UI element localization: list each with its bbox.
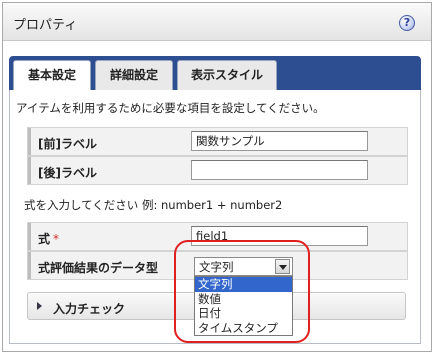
result-type-selected: 文字列: [199, 260, 234, 274]
panel-header: プロパティ ?: [3, 3, 431, 41]
label-before-input[interactable]: [191, 131, 368, 151]
tab-display-style[interactable]: 表示スタイル: [177, 60, 277, 90]
panel-title: プロパティ: [13, 18, 78, 33]
label-after-label: [後]ラベル: [38, 166, 97, 180]
chevron-down-icon[interactable]: [275, 259, 290, 274]
label-before-label: [前]ラベル: [38, 137, 97, 151]
tab-detail-settings[interactable]: 詳細設定: [95, 60, 173, 90]
result-type-label: 式評価結果のデータ型: [38, 261, 159, 275]
tab-bar: 基本設定 詳細設定 表示スタイル: [9, 56, 421, 91]
tab-basic-settings[interactable]: 基本設定: [13, 60, 91, 91]
result-type-dropdown: 文字列 数値 日付 タイムスタンプ: [194, 276, 293, 336]
option-timestamp[interactable]: タイムスタンプ: [195, 321, 292, 336]
row-accent: [28, 128, 31, 155]
label-after-input[interactable]: [191, 160, 368, 180]
row-accent: [28, 223, 31, 250]
help-icon[interactable]: ?: [399, 15, 415, 31]
input-check-label: 入力チェック: [53, 302, 126, 316]
intro-text: アイテムを利用するために必要な項目を設定してください。: [16, 101, 325, 115]
option-date[interactable]: 日付: [195, 306, 292, 321]
required-mark: *: [53, 232, 60, 246]
expression-label-text: 式: [38, 232, 51, 246]
expression-hint: 式を入力してください 例: number1 + number2: [24, 198, 283, 212]
expression-label: 式 *: [38, 230, 59, 247]
option-number[interactable]: 数値: [195, 292, 292, 307]
chevron-right-icon: [37, 302, 42, 310]
result-type-select[interactable]: 文字列: [194, 257, 293, 276]
row-accent: [28, 157, 31, 184]
expression-input[interactable]: [191, 226, 368, 246]
option-string[interactable]: 文字列: [195, 277, 292, 292]
row-accent: [28, 252, 31, 279]
